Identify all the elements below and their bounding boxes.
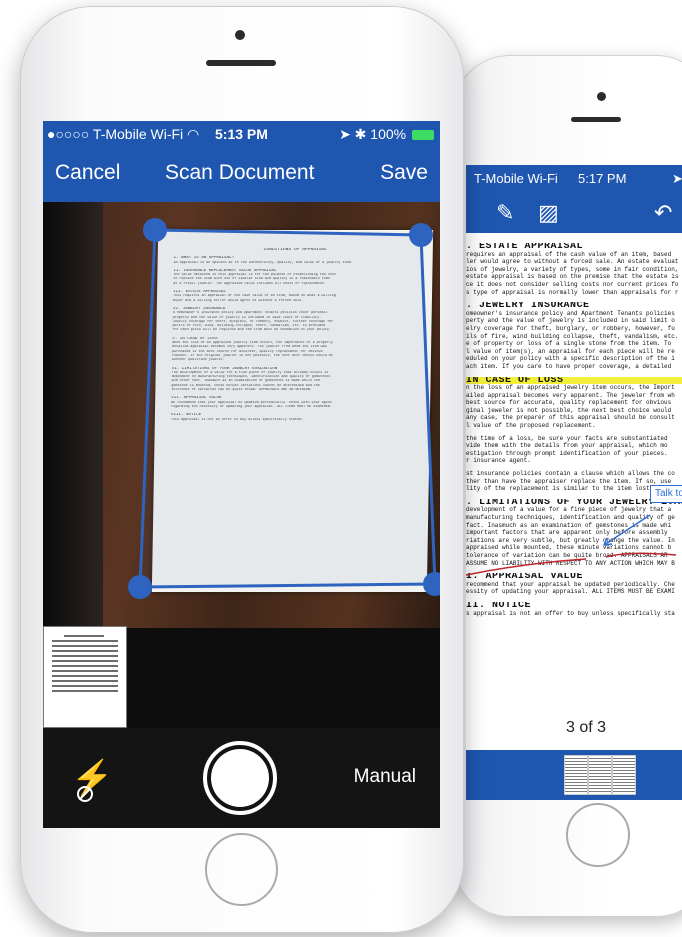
flash-disabled-mark — [77, 786, 93, 802]
page-title: Scan Document — [165, 161, 315, 184]
page-thumbnail[interactable] — [588, 755, 612, 795]
thumb-line — [52, 670, 118, 672]
camera-controls: ⚡ Manual — [43, 728, 440, 828]
comment-box[interactable]: Talk to — [650, 485, 682, 503]
thumb-line — [52, 660, 118, 662]
camera-viewfinder[interactable]: CONDITIONS OF APPRAISALI. WHAT IS AN APP… — [43, 202, 440, 628]
status-time: 5:13 PM — [215, 126, 268, 142]
corner-handle-top-left[interactable] — [143, 218, 167, 242]
save-button[interactable]: Save — [380, 161, 428, 185]
corner-handle-top-right[interactable] — [409, 223, 433, 247]
page-thumbnail[interactable] — [564, 755, 588, 795]
corner-handle-bottom-left[interactable] — [128, 575, 152, 599]
back-phone-home-button[interactable] — [566, 803, 630, 867]
flash-off-icon[interactable]: ⚡ — [71, 752, 113, 804]
page-thumbnails[interactable] — [564, 755, 640, 795]
back-phone-speaker — [571, 117, 621, 122]
ink-annotations — [466, 514, 677, 576]
thumb-line — [52, 690, 118, 692]
status-right-text: ➤ ✱ 100% — [339, 126, 407, 142]
back-phone-screen: T-Mobile Wi-Fi 5:17 PM ➤ ✎ ▨ ↶ . ESTATE … — [466, 165, 682, 800]
captured-page-thumbnail[interactable] — [43, 626, 127, 728]
thumb-line — [52, 675, 118, 677]
thumb-line — [52, 640, 118, 642]
back-phone-camera — [597, 92, 606, 101]
thumb-line — [52, 685, 118, 687]
thumb-line — [52, 645, 118, 647]
front-phone-home-button[interactable] — [205, 833, 278, 906]
front-phone-speaker — [206, 60, 276, 66]
battery-icon — [412, 130, 434, 141]
status-right: ➤ ✱ 100% — [339, 121, 434, 147]
manual-mode-button[interactable]: Manual — [354, 766, 416, 788]
thumb-line — [52, 680, 118, 682]
status-bar: ●○○○○ T-Mobile Wi-Fi ◠ 5:13 PM ➤ ✱ 100% — [43, 121, 440, 147]
thumb-line — [64, 635, 104, 637]
red-underline — [605, 552, 677, 558]
thumb-line — [52, 650, 118, 652]
page-indicator: 3 of 3 — [566, 719, 607, 736]
shutter-button[interactable] — [203, 741, 277, 815]
page-thumbnail[interactable] — [612, 755, 636, 795]
document-detection-frame — [138, 228, 437, 589]
red-stroke — [466, 558, 587, 576]
carrier-label: ●○○○○ T-Mobile Wi-Fi ◠ — [47, 126, 200, 142]
front-phone-screen: ●○○○○ T-Mobile Wi-Fi ◠ 5:13 PM ➤ ✱ 100% … — [43, 121, 440, 828]
corner-handle-bottom-right[interactable] — [423, 572, 440, 596]
thumb-line — [52, 665, 118, 667]
comment-arrow — [603, 514, 651, 546]
detection-outline — [138, 228, 437, 589]
cancel-button[interactable]: Cancel — [55, 161, 120, 185]
thumb-line — [52, 655, 118, 657]
navigation-bar: Cancel Scan Document Save — [43, 147, 440, 202]
front-phone-camera — [235, 30, 245, 40]
shutter-inner — [211, 749, 269, 807]
